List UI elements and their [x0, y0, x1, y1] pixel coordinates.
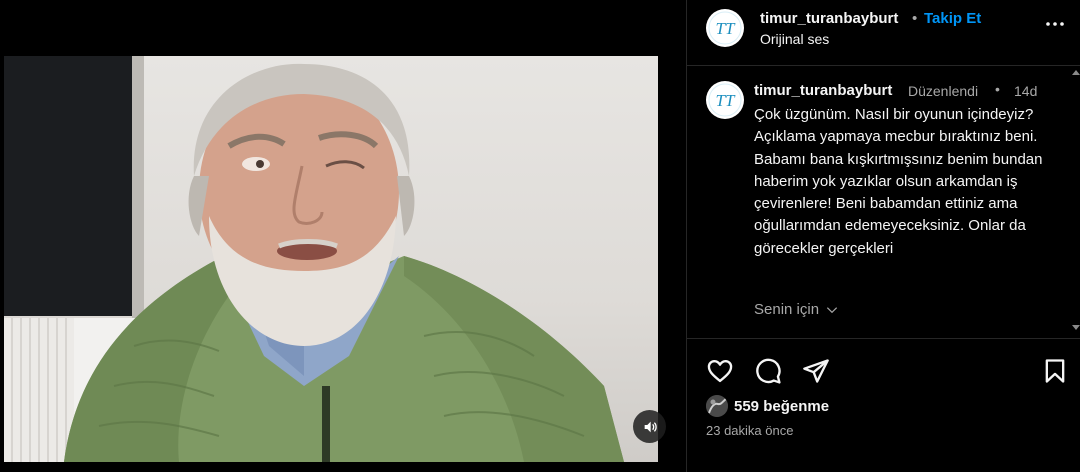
- post-actions: 559 beğenme 23 dakika önce: [687, 338, 1080, 472]
- likes-row[interactable]: 559 beğenme: [706, 395, 829, 417]
- for-you-label: Senin için: [754, 301, 820, 318]
- speaker-icon: [644, 421, 657, 432]
- avatar[interactable]: TT: [706, 9, 744, 47]
- profile-logo-icon: TT: [708, 83, 742, 117]
- post-author-username[interactable]: timur_turanbayburt: [760, 10, 898, 27]
- bookmark-icon[interactable]: [1041, 357, 1069, 385]
- video-player[interactable]: [4, 56, 658, 462]
- svg-text:TT: TT: [716, 91, 736, 110]
- mute-toggle-button[interactable]: [633, 410, 666, 443]
- comment-icon[interactable]: [754, 357, 782, 385]
- caption-avatar[interactable]: TT: [706, 81, 744, 119]
- caption-username[interactable]: timur_turanbayburt: [754, 82, 892, 99]
- for-you-toggle[interactable]: Senin için: [754, 301, 839, 318]
- follow-button[interactable]: Takip Et: [924, 10, 981, 27]
- separator-dot: •: [995, 81, 1000, 97]
- liker-avatar[interactable]: [706, 395, 728, 417]
- post-timestamp[interactable]: 23 dakika önce: [706, 423, 793, 438]
- comments-section: TT timur_turanbayburt Düzenlendi • 14d Ç…: [687, 67, 1080, 337]
- audio-label[interactable]: Orijinal ses: [760, 31, 829, 47]
- svg-text:TT: TT: [716, 19, 736, 38]
- comments-scrollbar[interactable]: [1070, 67, 1080, 337]
- more-options-icon[interactable]: [1043, 12, 1067, 36]
- post-side-panel: TT timur_turanbayburt • Takip Et Orijina…: [686, 0, 1080, 472]
- heart-icon[interactable]: [706, 357, 734, 385]
- share-icon[interactable]: [802, 357, 830, 385]
- edited-label: Düzenlendi: [908, 83, 979, 99]
- post-header: TT timur_turanbayburt • Takip Et Orijina…: [687, 0, 1080, 66]
- scroll-up-arrow[interactable]: [1072, 70, 1080, 75]
- post-media: [0, 0, 686, 472]
- caption-text: Çok üzgünüm. Nasıl bir oyunun içindeyiz?…: [754, 106, 1043, 257]
- likes-count[interactable]: 559 beğenme: [734, 398, 829, 415]
- post-age[interactable]: 14d: [1014, 83, 1037, 99]
- liker-photo-icon: [706, 395, 728, 417]
- video-person-frame: [64, 63, 624, 462]
- chevron-down-icon: [826, 306, 838, 313]
- profile-logo-icon: TT: [708, 11, 742, 45]
- separator-dot: •: [912, 10, 918, 27]
- scroll-down-arrow[interactable]: [1072, 325, 1080, 330]
